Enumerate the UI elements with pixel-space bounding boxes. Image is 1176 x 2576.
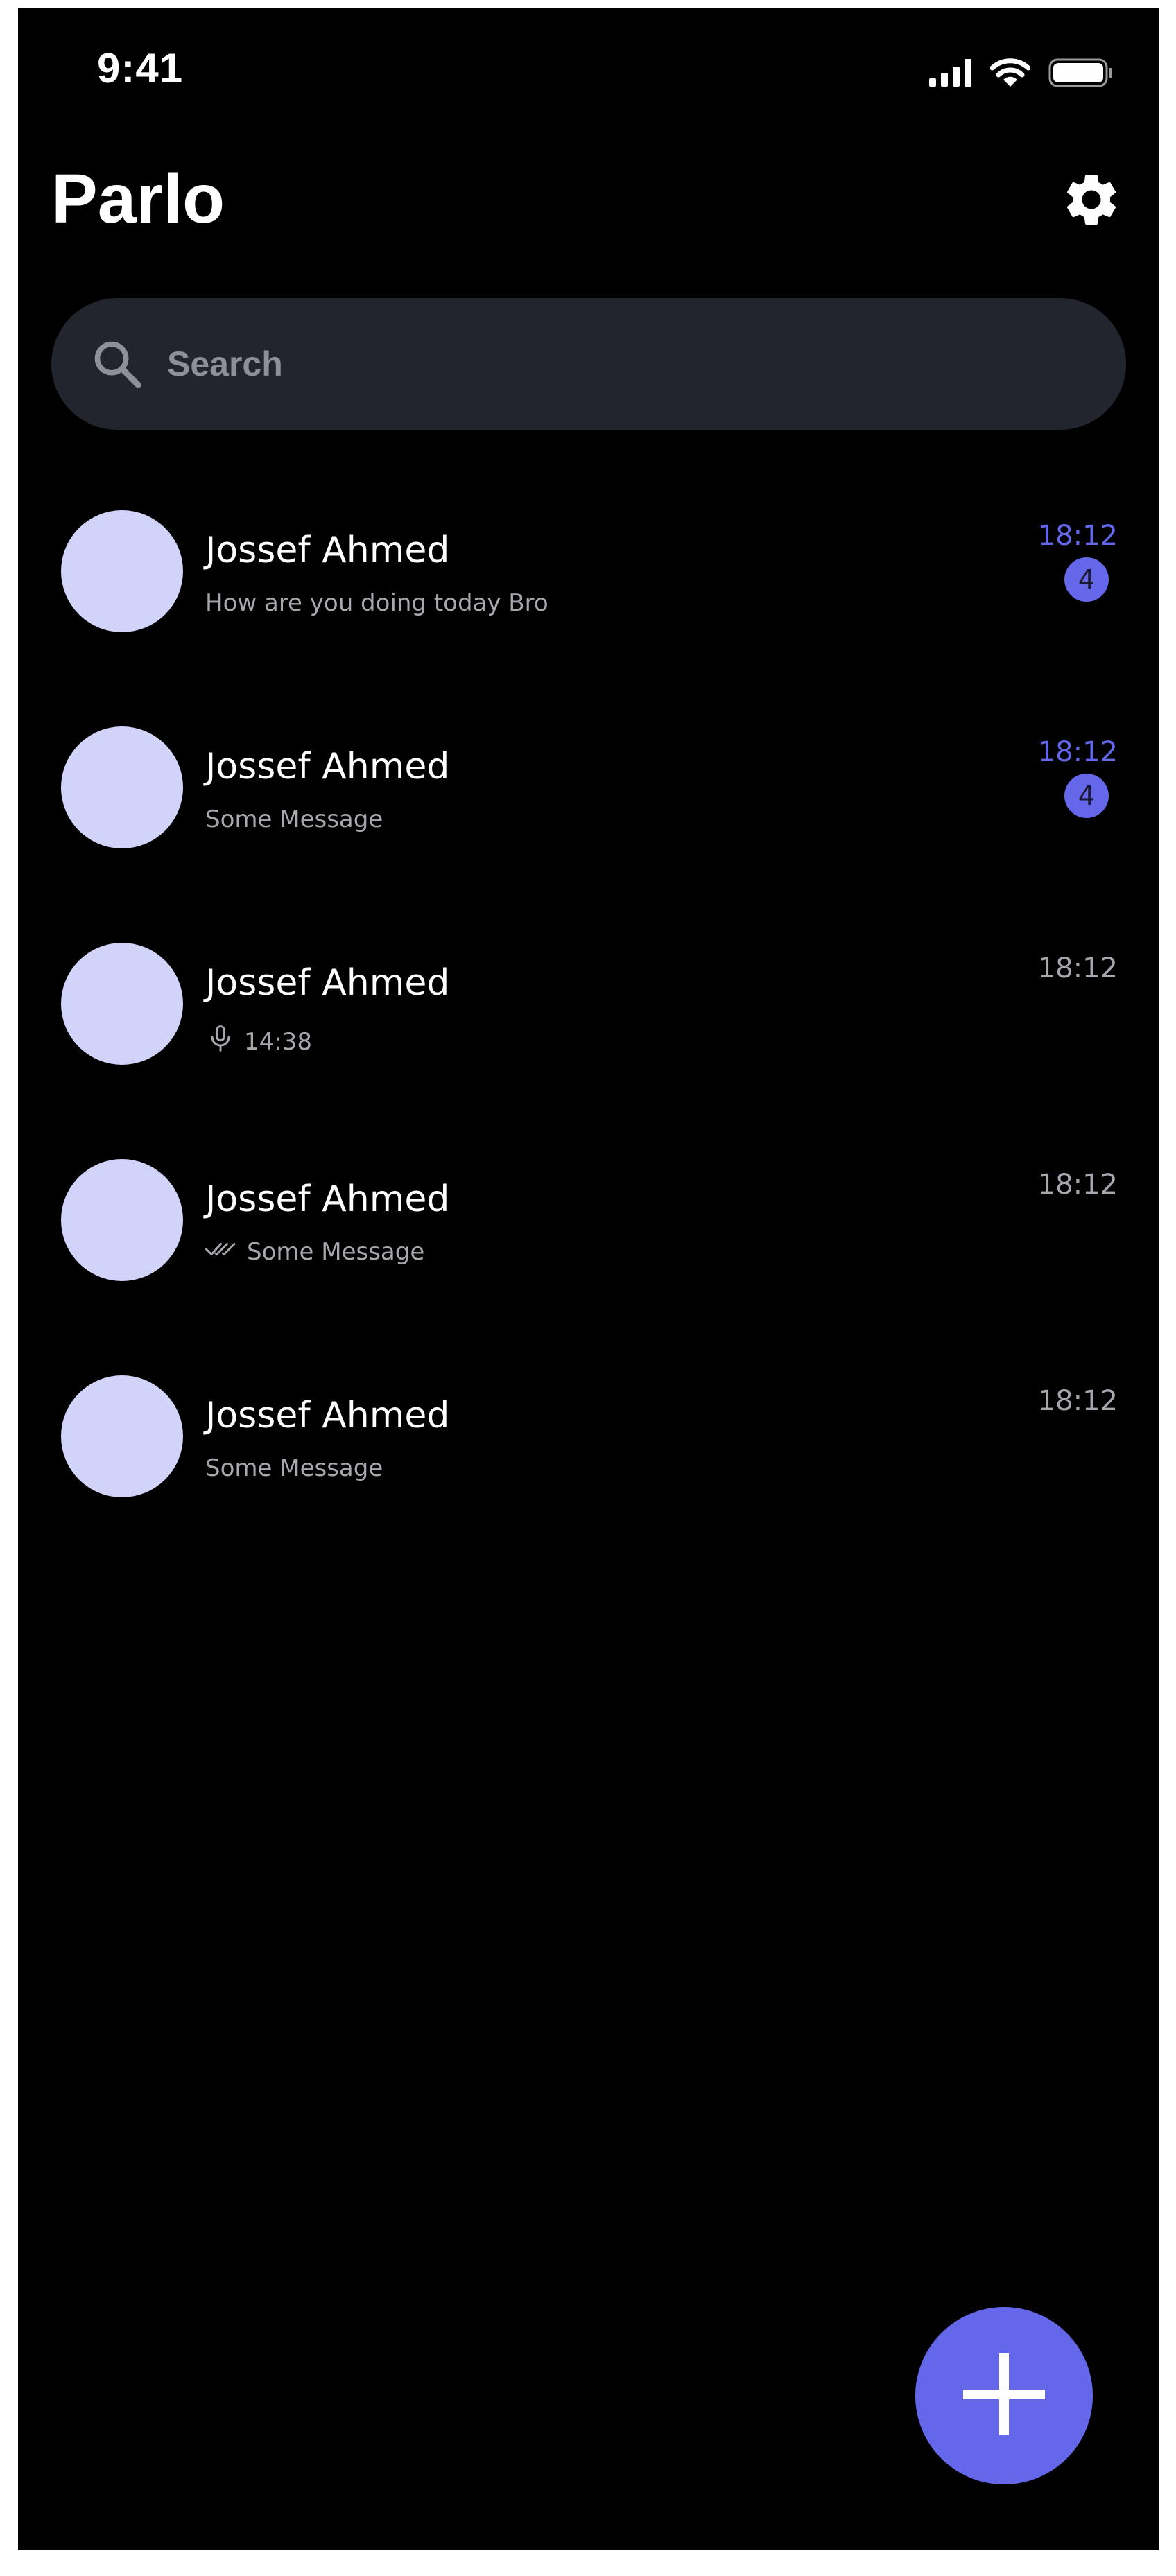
settings-button[interactable]: [1057, 166, 1126, 236]
chat-time: 18:12: [1037, 736, 1118, 768]
status-bar: 9:41: [18, 8, 1159, 126]
gear-icon: [1060, 168, 1123, 234]
new-chat-button[interactable]: [915, 2307, 1093, 2484]
chat-preview-text: Some Message: [247, 1238, 425, 1266]
chat-time: 18:12: [1037, 520, 1118, 552]
search-bar[interactable]: [51, 298, 1126, 430]
chat-item[interactable]: Jossef Ahmed Some Message 18:12 4: [18, 710, 1159, 926]
chat-name: Jossef Ahmed: [205, 746, 450, 787]
chat-item[interactable]: Jossef Ahmed Some Message 18:12: [18, 1142, 1159, 1359]
avatar: [61, 943, 183, 1065]
microphone-icon: [205, 1022, 236, 1061]
chat-preview: Some Message: [205, 806, 383, 833]
search-icon: [89, 336, 145, 392]
chat-name: Jossef Ahmed: [205, 1395, 450, 1436]
chat-time: 18:12: [1037, 952, 1118, 984]
search-input[interactable]: [166, 343, 1001, 385]
avatar: [61, 1375, 183, 1497]
avatar: [61, 510, 183, 632]
status-icons: [929, 58, 1114, 91]
app-title: Parlo: [51, 160, 225, 238]
chat-item[interactable]: Jossef Ahmed 14:38 18:12: [18, 926, 1159, 1142]
chat-item[interactable]: Jossef Ahmed Some Message 18:12: [18, 1359, 1159, 1575]
voice-duration: 14:38: [244, 1027, 312, 1056]
avatar: [61, 1159, 183, 1281]
chat-preview: 14:38: [205, 1022, 312, 1061]
double-check-icon: [205, 1238, 239, 1266]
status-time: 9:41: [97, 45, 184, 92]
chat-time: 18:12: [1037, 1385, 1118, 1417]
chat-name: Jossef Ahmed: [205, 962, 450, 1004]
chat-time: 18:12: [1037, 1169, 1118, 1201]
chat-name: Jossef Ahmed: [205, 1178, 450, 1220]
battery-icon: [1048, 58, 1114, 91]
avatar: [61, 726, 183, 848]
chat-item[interactable]: Jossef Ahmed How are you doing today Bro…: [18, 494, 1159, 710]
signal-icon: [929, 59, 972, 90]
plus-icon: [963, 2353, 1045, 2439]
chat-preview-text: Some Message: [205, 806, 383, 833]
chat-preview-text: How are you doing today Bro: [205, 589, 548, 617]
header: Parlo: [51, 147, 1126, 251]
wifi-icon: [989, 58, 1031, 91]
phone-screen: 9:41 Parlo Search Jossef Ahmed How are y…: [18, 8, 1159, 2550]
chat-preview: Some Message: [205, 1454, 383, 1482]
unread-badge: 4: [1064, 774, 1109, 818]
chat-name: Jossef Ahmed: [205, 530, 450, 571]
chat-list: Jossef Ahmed How are you doing today Bro…: [18, 494, 1159, 1575]
unread-badge: 4: [1064, 557, 1109, 602]
chat-preview: How are you doing today Bro: [205, 589, 548, 617]
chat-preview-text: Some Message: [205, 1454, 383, 1482]
chat-preview: Some Message: [205, 1238, 424, 1266]
